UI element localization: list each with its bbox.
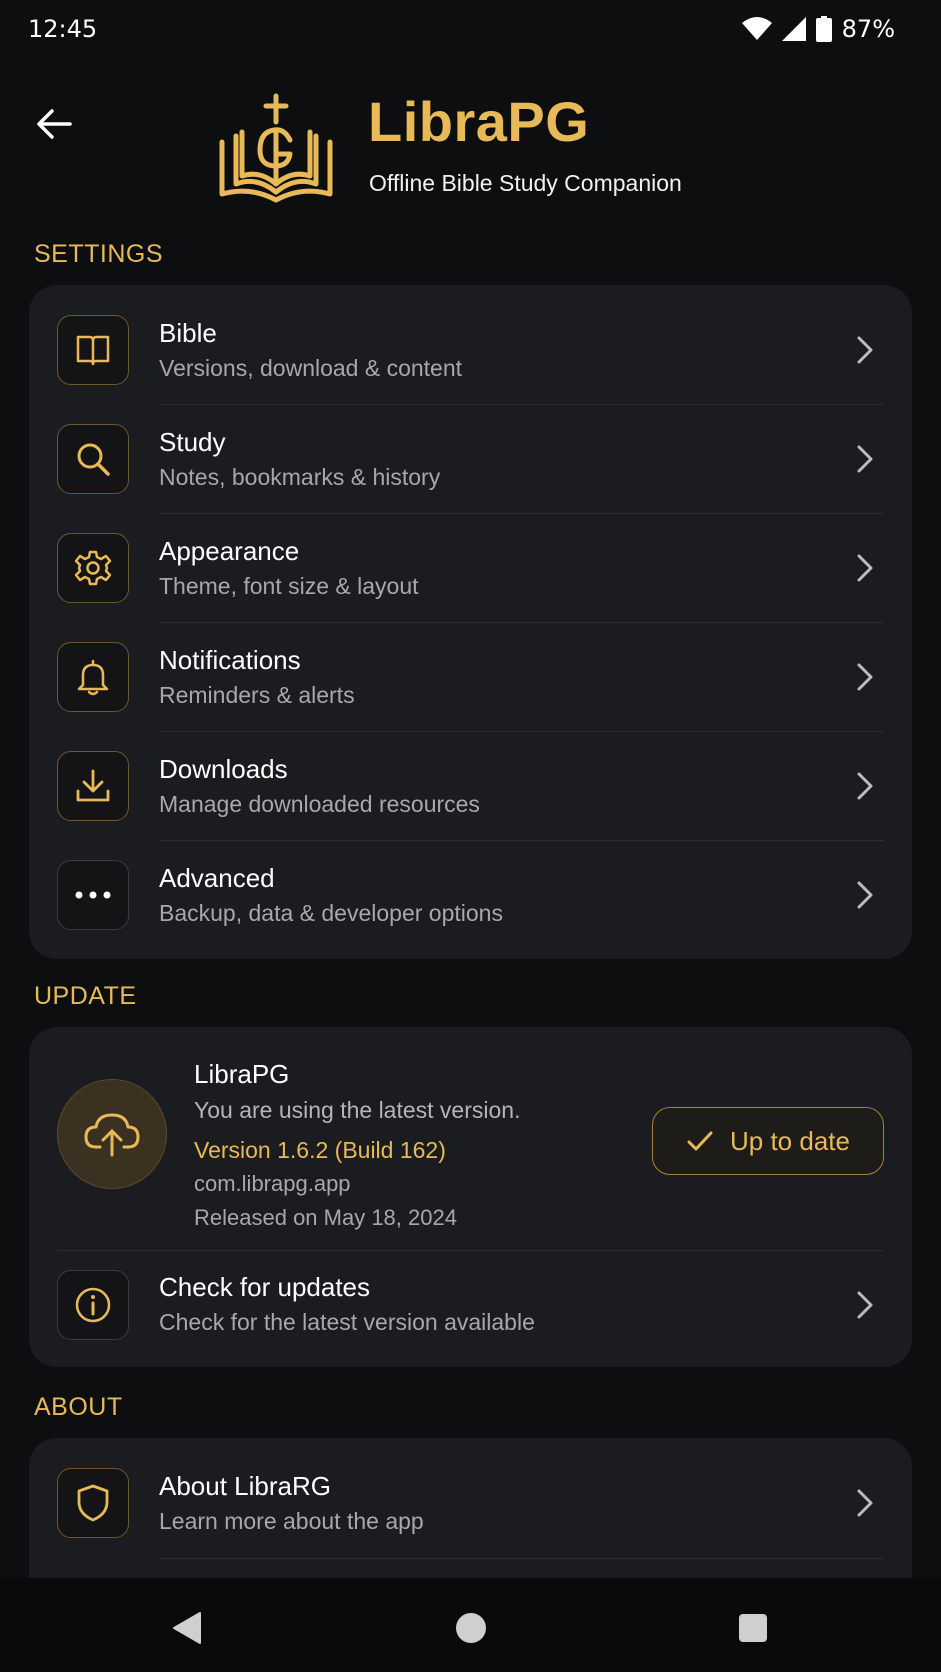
signal-icon: [781, 17, 806, 41]
arrow-left-icon: [37, 109, 72, 139]
row-subtitle: Backup, data & developer options: [159, 900, 503, 926]
settings-section-label: SETTINGS: [34, 240, 164, 268]
update-build: (Build 162): [334, 1137, 446, 1163]
update-version-line: Version 1.6.2 (Build 162): [194, 1137, 446, 1164]
row-title: Advanced: [159, 863, 275, 893]
row-subtitle: Manage downloaded resources: [159, 791, 480, 817]
check-for-updates-row[interactable]: Check for updates Check for the latest v…: [29, 1252, 912, 1361]
status-icons: 87%: [741, 15, 895, 43]
chevron-right-icon: [852, 662, 876, 692]
gear-icon: [57, 533, 129, 603]
info-icon: [57, 1270, 129, 1340]
row-title: Bible: [159, 318, 217, 348]
chevron-right-icon: [852, 1290, 876, 1320]
app-title: LibraPG: [368, 90, 590, 153]
settings-item-advanced[interactable]: Advanced Backup, data & developer option…: [29, 830, 912, 939]
chevron-right-icon: [852, 444, 876, 474]
status-bar: 12:45 87%: [0, 0, 941, 58]
back-button[interactable]: [32, 102, 76, 146]
app-subtitle: Offline Bible Study Companion: [369, 170, 682, 196]
settings-item-notifications[interactable]: Notifications Reminders & alerts: [29, 612, 912, 721]
row-subtitle: Reminders & alerts: [159, 682, 355, 708]
check-icon: [687, 1131, 713, 1151]
settings-item-appearance[interactable]: Appearance Theme, font size & layout: [29, 503, 912, 612]
battery-icon: [815, 16, 832, 42]
up-to-date-label: Up to date: [730, 1125, 850, 1156]
cloud-upload-icon: [57, 1079, 167, 1189]
status-time: 12:45: [28, 15, 98, 43]
battery-percent: 87%: [841, 15, 895, 43]
nav-home-button[interactable]: [441, 1598, 501, 1658]
about-section-label: ABOUT: [34, 1393, 123, 1421]
more-icon: [57, 860, 129, 930]
update-status-text: You are using the latest version.: [194, 1097, 521, 1123]
chevron-right-icon: [852, 880, 876, 910]
update-section-label: UPDATE: [34, 982, 137, 1010]
update-version: Version 1.6.2: [194, 1137, 329, 1163]
chevron-right-icon: [852, 771, 876, 801]
wifi-icon: [741, 17, 772, 41]
app-header: LibraPG Offline Bible Study Companion: [0, 90, 941, 210]
app-logo-icon: [218, 92, 334, 204]
chevron-right-icon: [852, 1488, 876, 1518]
about-card: About LibraRG Learn more about the app: [29, 1438, 912, 1598]
row-subtitle: Theme, font size & layout: [159, 573, 419, 599]
triangle-back-icon: [173, 1612, 201, 1644]
row-subtitle: Versions, download & content: [159, 355, 463, 381]
row-subtitle: Check for the latest version available: [159, 1309, 535, 1335]
bell-icon: [57, 642, 129, 712]
nav-back-button[interactable]: [157, 1598, 217, 1658]
chevron-right-icon: [852, 553, 876, 583]
update-package: com.librapg.app: [194, 1171, 351, 1196]
row-title: About LibraRG: [159, 1471, 331, 1501]
square-recents-icon: [739, 1614, 767, 1642]
settings-item-bible[interactable]: Bible Versions, download & content: [29, 285, 912, 394]
row-title: Notifications: [159, 645, 301, 675]
update-card: LibraPG You are using the latest version…: [29, 1027, 912, 1367]
update-app-name: LibraPG: [194, 1059, 290, 1089]
row-subtitle: Notes, bookmarks & history: [159, 464, 441, 490]
settings-card: Bible Versions, download & content Study…: [29, 285, 912, 959]
system-nav-bar: [0, 1578, 941, 1672]
about-item-about[interactable]: About LibraRG Learn more about the app: [29, 1438, 912, 1547]
divider: [159, 1558, 884, 1559]
settings-item-study[interactable]: Study Notes, bookmarks & history: [29, 394, 912, 503]
nav-recents-button[interactable]: [723, 1598, 783, 1658]
search-icon: [57, 424, 129, 494]
row-title: Check for updates: [159, 1272, 371, 1302]
row-title: Downloads: [159, 754, 288, 784]
up-to-date-button[interactable]: Up to date: [652, 1107, 884, 1175]
shield-icon: [57, 1468, 129, 1538]
divider: [57, 1250, 884, 1251]
book-icon: [57, 315, 129, 385]
row-title: Study: [159, 427, 226, 457]
home-circle-icon: [456, 1613, 486, 1643]
update-released: Released on May 18, 2024: [194, 1205, 457, 1230]
row-title: Appearance: [159, 536, 300, 566]
download-icon: [57, 751, 129, 821]
chevron-right-icon: [852, 335, 876, 365]
row-subtitle: Learn more about the app: [159, 1508, 424, 1534]
settings-item-downloads[interactable]: Downloads Manage downloaded resources: [29, 721, 912, 830]
